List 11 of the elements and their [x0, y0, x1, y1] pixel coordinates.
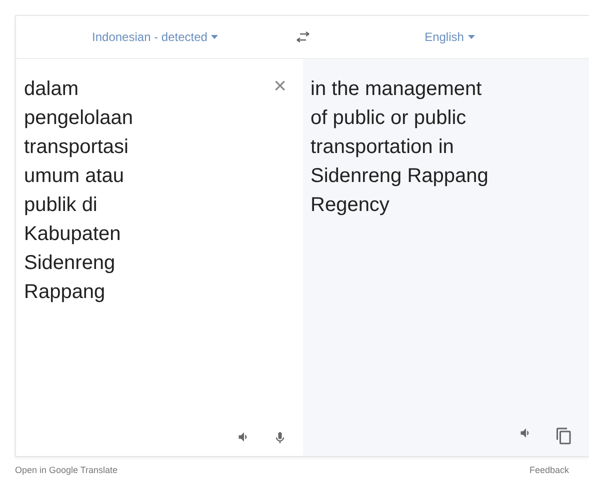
caret-icon [468, 35, 475, 39]
source-language-selector[interactable]: Indonesian - detected [88, 28, 222, 46]
source-text[interactable]: dalam pengelolaan transportasi umum atau publik di Kabupaten Sidenreng Rappang [24, 75, 133, 307]
clear-button[interactable]: × [268, 75, 292, 97]
feedback-link[interactable]: Feedback [529, 465, 569, 475]
copy-icon[interactable] [555, 426, 573, 446]
caret-icon [211, 35, 218, 39]
open-in-google-translate-link[interactable]: Open in Google Translate [15, 465, 118, 475]
translated-text: in the management of public or public transportation in Sidenreng Rappang Regency [310, 77, 488, 218]
target-language-selector[interactable]: English [420, 28, 479, 46]
swap-icon[interactable] [294, 30, 310, 44]
